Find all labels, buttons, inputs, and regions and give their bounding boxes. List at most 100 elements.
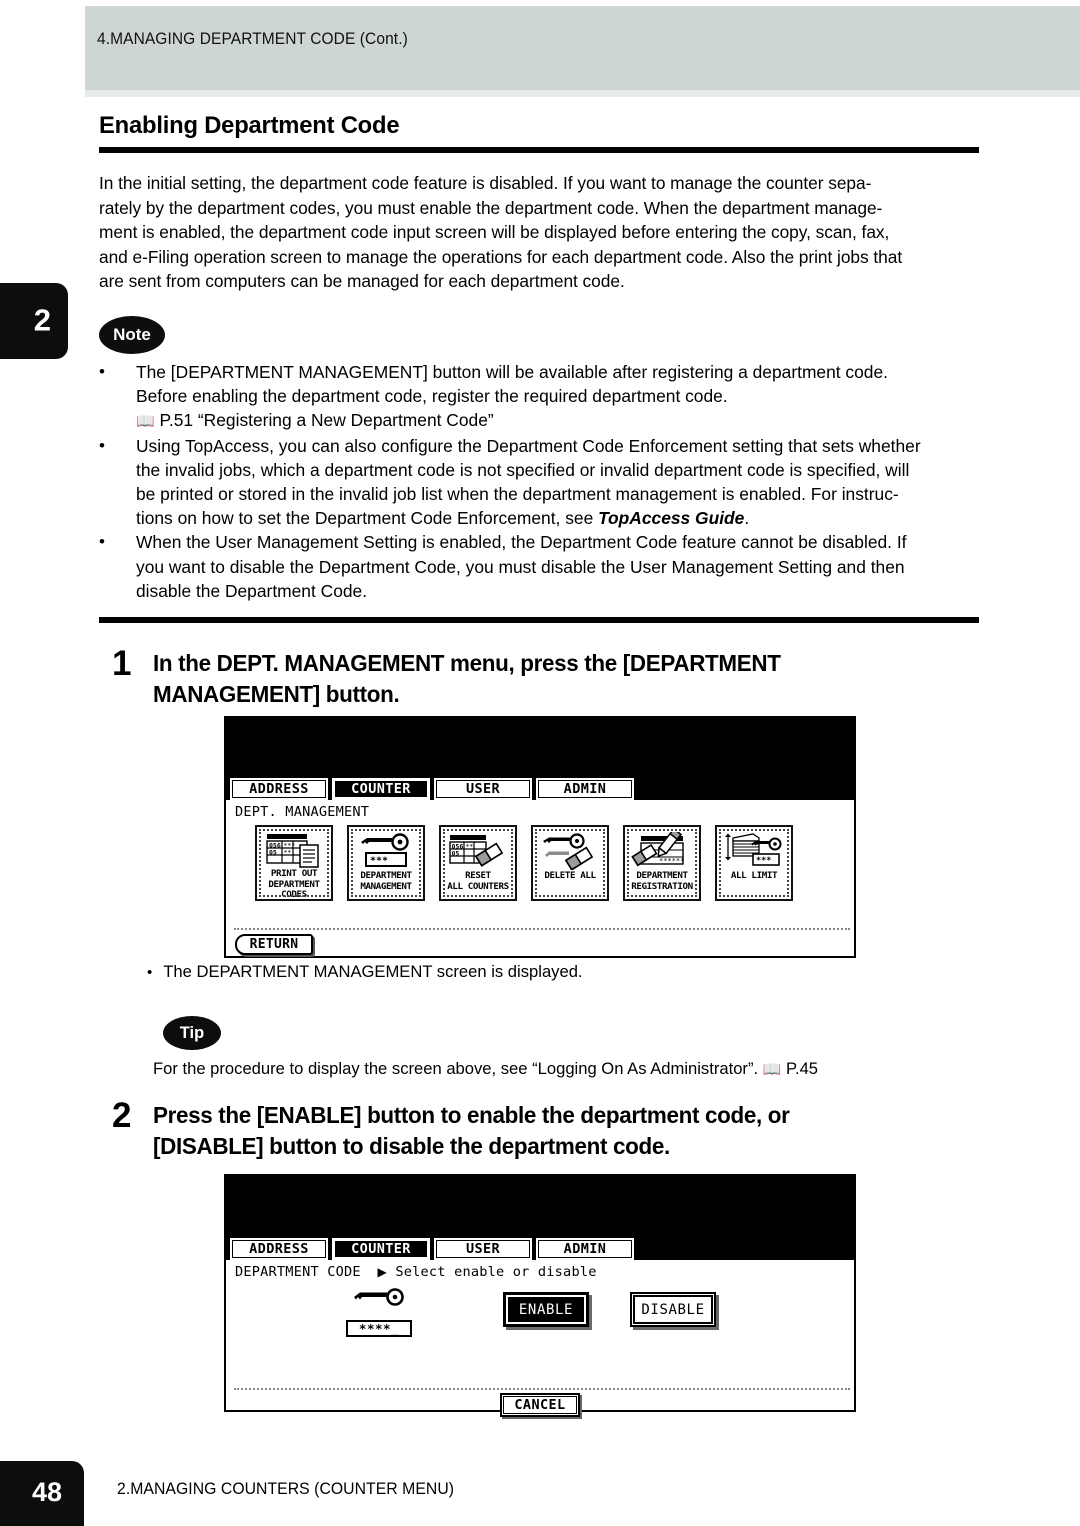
tab-counter[interactable]: COUNTER [331, 777, 431, 801]
button-label-line2: DEPARTMENT CODES [268, 878, 320, 901]
step-line: In the DEPT. MANAGEMENT menu, press the … [153, 650, 781, 676]
tab-user[interactable]: USER [433, 777, 533, 801]
button-department-management[interactable]: ***_ DEPARTMENT MANAGEMENT [347, 825, 425, 901]
button-label-line1: RESET [465, 870, 491, 881]
enable-button[interactable]: ENABLE [503, 1292, 589, 1327]
screen-top-black-area [226, 1176, 854, 1238]
screen1-tabstrip: ADDRESS COUNTER USER ADMIN [226, 777, 635, 801]
document-page: 4.MANAGING DEPARTMENT CODE (Cont.) 2 Ena… [0, 0, 1080, 1526]
note-line: you want to disable the Department Code,… [136, 556, 905, 577]
note-bullet-item: • When the User Management Setting is en… [99, 530, 989, 603]
step-1-number: 1 [112, 644, 132, 683]
tab-admin[interactable]: ADMIN [535, 1237, 635, 1261]
tip-badge-label: Tip [179, 1023, 205, 1042]
running-header-underband [85, 90, 1080, 97]
tip-text-before: For the procedure to display the screen … [153, 1059, 759, 1078]
screen1-separator [234, 928, 850, 930]
chapter-tab-number: 2 [33, 302, 51, 338]
step-2-text: Press the [ENABLE] button to enable the … [153, 1100, 992, 1162]
step-2-number: 2 [112, 1096, 132, 1135]
key-icon [354, 1288, 404, 1306]
screen2-tabstrip: ADDRESS COUNTER USER ADMIN [226, 1237, 635, 1261]
intro-line: and e-Filing operation screen to manage … [99, 246, 903, 267]
svg-text:***_: ***_ [370, 856, 395, 867]
key-code-field: ****_ [346, 1320, 412, 1337]
button-print-out-department-codes[interactable]: 056 05 *** ** PRINT OUT DEPARTMENT CODES [255, 825, 333, 901]
title-rule [99, 147, 979, 153]
page-number: 48 [31, 1477, 62, 1507]
step-line: MANAGEMENT] button. [153, 681, 400, 707]
note-line: The [DEPARTMENT MANAGEMENT] button will … [136, 362, 888, 382]
page-title: Enabling Department Code [99, 112, 400, 139]
svg-text:******: ****** [659, 857, 684, 865]
screen2-separator [234, 1388, 850, 1390]
screen1-breadcrumb: DEPT. MANAGEMENT [235, 804, 370, 820]
screen1-body: DEPT. MANAGEMENT 056 05 *** ** PRINT OUT… [226, 800, 854, 956]
button-all-limit[interactable]: *** ALL LIMIT [715, 825, 793, 901]
intro-paragraph: In the initial setting, the department c… [99, 171, 976, 294]
bullet-dot-icon: • [99, 362, 105, 381]
department-code-enable-screen: ADDRESS COUNTER USER ADMIN DEPARTMENT CO… [224, 1174, 856, 1417]
tab-admin[interactable]: ADMIN [535, 777, 635, 801]
bullet-dot-icon: • [99, 532, 105, 552]
screen1-caption: • The DEPARTMENT MANAGEMENT screen is dis… [147, 962, 583, 982]
button-label: DEPARTMENT REGISTRATION [625, 870, 699, 892]
screen2-body: DEPARTMENT CODE ▶ Select enable or disab… [226, 1260, 854, 1417]
note-bullet-list: • The [DEPARTMENT MANAGEMENT] button wil… [99, 360, 989, 603]
note-reference-text: P.51 “Registering a New Department Code” [159, 410, 494, 431]
tab-counter[interactable]: COUNTER [331, 1237, 431, 1261]
note-line: tions on how to set the Department Code … [136, 508, 599, 529]
svg-text:05: 05 [269, 848, 277, 856]
disable-button[interactable]: DISABLE [630, 1292, 716, 1327]
step-line: Press the [ENABLE] button to enable the … [153, 1102, 790, 1128]
bullet-dot-icon: • [99, 435, 105, 455]
dept-management-screen: ADDRESS COUNTER USER ADMIN DEPT. MANAGEM… [224, 716, 856, 958]
printout-codes-icon: 056 05 *** ** [261, 831, 327, 869]
note-line: be printed or stored in the invalid job … [136, 484, 899, 505]
intro-line: are sent from computers can be managed f… [99, 271, 625, 292]
key-password-figure: ****_ [340, 1288, 418, 1337]
caption-bullet-icon: • [147, 964, 153, 981]
button-label-line2: REGISTRATION [631, 880, 693, 892]
button-label: RESET ALL COUNTERS [441, 870, 515, 892]
tab-address[interactable]: ADDRESS [229, 1237, 329, 1261]
button-delete-all[interactable]: DELETE ALL [531, 825, 609, 901]
button-label-line2: MANAGEMENT [360, 880, 412, 892]
tab-user[interactable]: USER [433, 1237, 533, 1261]
enable-disable-row: ****_ ENABLE DISABLE [226, 1260, 854, 1388]
step-1-text: In the DEPT. MANAGEMENT menu, press the … [153, 648, 992, 710]
return-button[interactable]: RETURN [235, 934, 313, 955]
button-department-registration[interactable]: ****** DEPARTMENT REGISTRATION [623, 825, 701, 901]
running-header: 4.MANAGING DEPARTMENT CODE (Cont.) [85, 6, 1080, 90]
svg-text:**: ** [466, 842, 474, 850]
button-label: PRINT OUT DEPARTMENT CODES [257, 868, 331, 901]
caption-text: The DEPARTMENT MANAGEMENT screen is disp… [163, 962, 583, 981]
note-reference: 📖 P.51 “Registering a New Department Cod… [136, 408, 989, 433]
step-line: [DISABLE] button to disable the departme… [153, 1133, 670, 1159]
note-line: disable the Department Code. [136, 580, 368, 601]
tip-reference: P.45 [786, 1059, 819, 1078]
svg-text:***: *** [756, 856, 771, 866]
key-password-icon: ***_ [353, 831, 419, 871]
note-line: Using TopAccess, you can also configure … [136, 435, 921, 456]
cancel-button[interactable]: CANCEL [500, 1393, 580, 1417]
book-icon: 📖 [762, 1060, 782, 1078]
note-bullet-item: • The [DEPARTMENT MANAGEMENT] button wil… [99, 360, 989, 434]
key-eraser-icon [537, 831, 603, 871]
note-line: the invalid jobs, which a department cod… [136, 459, 910, 480]
steps-rule [99, 617, 979, 623]
running-header-text: 4.MANAGING DEPARTMENT CODE (Cont.) [97, 30, 408, 48]
button-label-line1: DEPARTMENT [360, 870, 412, 881]
note-line: When the User Management Setting is enab… [136, 532, 907, 553]
tab-address[interactable]: ADDRESS [229, 777, 329, 801]
note-line: Before enabling the department code, reg… [136, 386, 728, 407]
button-label-line1: ALL LIMIT [730, 870, 778, 881]
screen-top-black-area [226, 718, 854, 778]
button-label-line1: PRINT OUT [270, 868, 318, 879]
intro-line: In the initial setting, the department c… [99, 173, 872, 193]
intro-line: rately by the department codes, you must… [99, 197, 883, 218]
button-label-line1: DEPARTMENT [636, 870, 688, 881]
note-emphasis: TopAccess Guide [598, 508, 745, 529]
button-reset-all-counters[interactable]: 056 05 ** RESET ALL COUNTERS [439, 825, 517, 901]
footer-page-tab: 48 [0, 1461, 84, 1526]
